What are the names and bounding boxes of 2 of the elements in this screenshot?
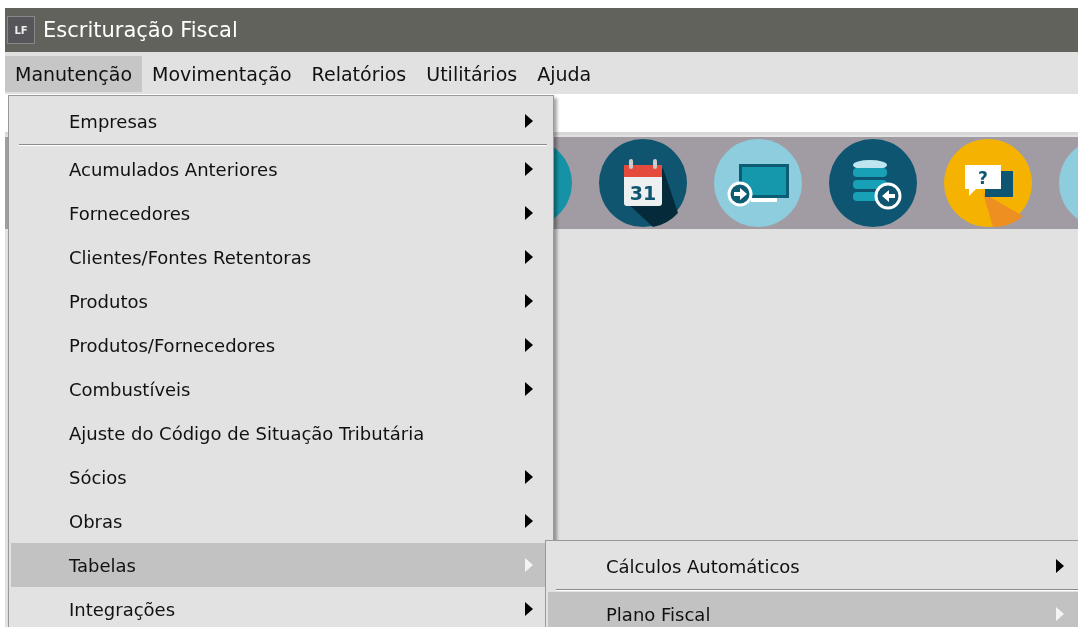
- window-title: Escrituração Fiscal: [43, 18, 238, 42]
- app-logo: LF: [7, 16, 35, 44]
